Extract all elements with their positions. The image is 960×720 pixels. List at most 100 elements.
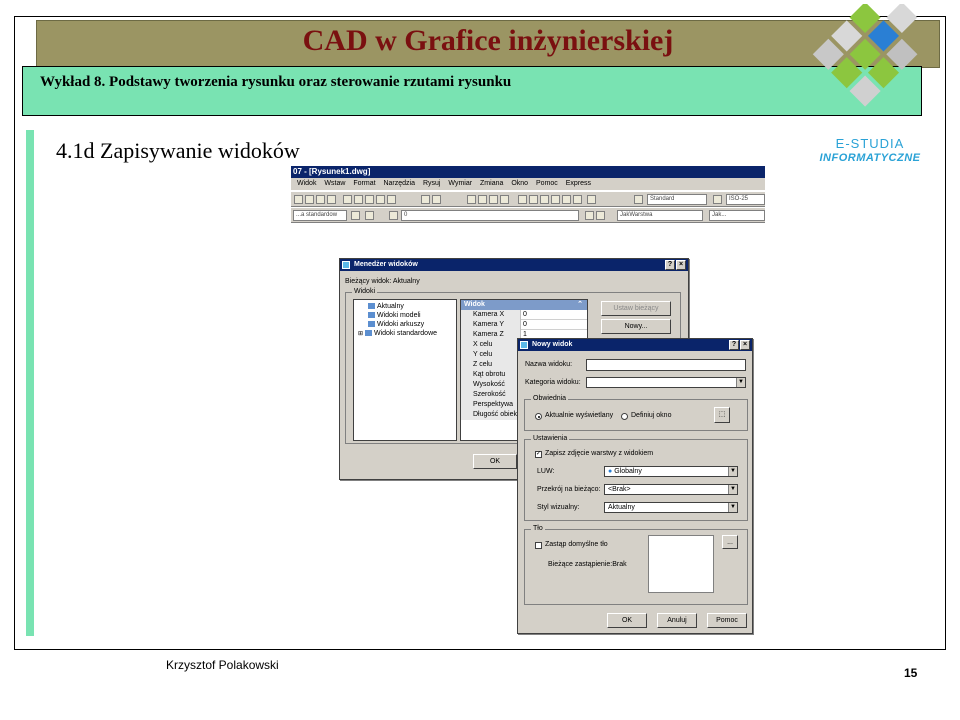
cut-icon[interactable] <box>343 195 352 204</box>
e-studia-logo-icon <box>812 4 918 107</box>
visual-style-dropdown[interactable]: Aktualny ▼ <box>604 502 738 513</box>
text-style-combo[interactable]: Standard <box>647 194 707 205</box>
menu-item[interactable]: Okno <box>511 180 528 187</box>
workspace-save-icon[interactable] <box>365 211 374 220</box>
view-name-input[interactable] <box>586 359 746 371</box>
tree-item-layout-views[interactable]: Widoki arkuszy <box>368 321 424 328</box>
sheet-set-icon[interactable] <box>551 195 560 204</box>
design-center-icon[interactable] <box>529 195 538 204</box>
override-background-checkbox[interactable] <box>535 542 542 549</box>
collapse-chevron-icon[interactable]: ⌃ <box>577 300 583 310</box>
property-key: Kamera Z <box>461 330 521 340</box>
pan-icon[interactable] <box>467 195 476 204</box>
slide-subtitle: Wykład 8. Podstawy tworzenia rysunku ora… <box>40 74 512 90</box>
menu-item[interactable]: Narzędzia <box>383 180 415 187</box>
redo-icon[interactable] <box>432 195 441 204</box>
help-question-button[interactable]: ? <box>729 340 739 350</box>
set-current-button[interactable]: Ustaw bieżący <box>601 301 671 316</box>
section-heading: 4.1d Zapisywanie widoków <box>56 138 300 163</box>
zoom-window-icon[interactable] <box>489 195 498 204</box>
layer-manager-icon[interactable] <box>389 211 398 220</box>
chevron-down-icon[interactable]: ▼ <box>728 485 737 494</box>
help-button[interactable]: Pomoc <box>707 613 747 628</box>
menu-item[interactable]: Rysuj <box>423 180 441 187</box>
tree-item-current[interactable]: Aktualny <box>368 303 404 310</box>
new-file-icon[interactable] <box>294 195 303 204</box>
layer-previous-icon[interactable] <box>596 211 605 220</box>
cancel-button[interactable]: Anuluj <box>657 613 697 628</box>
browse-background-button[interactable]: ... <box>722 535 738 549</box>
layer-combo[interactable]: 0 <box>401 210 579 221</box>
linetype-combo[interactable]: Jak... <box>709 210 765 221</box>
undo-icon[interactable] <box>421 195 430 204</box>
current-display-radio[interactable] <box>535 413 542 420</box>
logo-line2: INFORMATYCZNE <box>819 152 921 164</box>
ok-button[interactable]: OK <box>607 613 647 628</box>
help-question-button[interactable]: ? <box>665 260 675 270</box>
new-view-title-text: Nowy widok <box>532 341 573 348</box>
brush-icon[interactable] <box>387 195 396 204</box>
define-window-radio[interactable] <box>621 413 628 420</box>
pick-window-icon: ⬚ <box>718 411 726 418</box>
properties-icon[interactable] <box>518 195 527 204</box>
define-window-label: Definiuj okno <box>631 412 672 419</box>
autocad-screenshot: 07 - [Rysunek1.dwg] Widok Wstaw Format N… <box>291 166 765 636</box>
menu-item[interactable]: Express <box>566 180 591 187</box>
expand-plus-icon[interactable]: ⊞ <box>358 331 363 337</box>
tree-item-model-views[interactable]: Widoki modeli <box>368 312 421 319</box>
make-layer-current-icon[interactable] <box>585 211 594 220</box>
pick-window-button[interactable]: ⬚ <box>714 407 730 423</box>
markup-icon[interactable] <box>562 195 571 204</box>
views-tree[interactable]: Aktualny Widoki modeli Widoki arkuszy ⊞ … <box>353 299 457 441</box>
save-icon[interactable] <box>316 195 325 204</box>
quick-calc-icon[interactable] <box>573 195 582 204</box>
menu-item[interactable]: Format <box>353 180 375 187</box>
new-view-button[interactable]: Nowy... <box>601 319 671 334</box>
view-name-label: Nazwa widoku: <box>525 361 573 368</box>
ok-button[interactable]: OK <box>473 454 517 469</box>
property-row: Kamera X0 <box>461 310 587 320</box>
acad-toolbar-standard: Standard ISO-25 <box>291 191 765 207</box>
property-key: Perspektywa <box>461 400 521 410</box>
chevron-down-icon[interactable]: ▼ <box>728 503 737 512</box>
current-override-label: Bieżące zastąpienie:Brak <box>548 561 627 568</box>
menu-item[interactable]: Wstaw <box>324 180 345 187</box>
color-combo[interactable]: JakWarstwa <box>617 210 703 221</box>
save-layers-checkbox[interactable]: ✓ <box>535 451 542 458</box>
workspace-combo[interactable]: ...a standardow <box>293 210 347 221</box>
property-key: Długość obiek <box>461 410 521 420</box>
chevron-down-icon[interactable]: ▼ <box>728 467 737 476</box>
tool-palettes-icon[interactable] <box>540 195 549 204</box>
logo-line1: E-STUDIA <box>835 136 905 151</box>
close-icon[interactable]: × <box>740 340 750 350</box>
view-icon <box>368 312 375 319</box>
menu-item[interactable]: Wymiar <box>448 180 472 187</box>
tree-item-standard-views[interactable]: ⊞ Widoki standardowe <box>358 330 437 337</box>
open-file-icon[interactable] <box>305 195 314 204</box>
chevron-down-icon[interactable]: ▼ <box>736 378 745 387</box>
properties-header-label: Widok <box>464 301 485 308</box>
copy-icon[interactable] <box>354 195 363 204</box>
live-section-value: <Brak> <box>608 486 631 493</box>
zoom-realtime-icon[interactable] <box>478 195 487 204</box>
menu-item[interactable]: Pomoc <box>536 180 558 187</box>
ucs-dropdown[interactable]: ● Globalny ▼ <box>604 466 738 477</box>
zoom-previous-icon[interactable] <box>500 195 509 204</box>
paste-icon[interactable] <box>365 195 374 204</box>
property-key: Y celu <box>461 350 521 360</box>
menu-item[interactable]: Widok <box>297 180 316 187</box>
help-icon[interactable] <box>587 195 596 204</box>
print-icon[interactable] <box>327 195 336 204</box>
property-row: Kamera Y0 <box>461 320 587 330</box>
background-group-label: Tło <box>531 525 545 532</box>
close-icon[interactable]: × <box>676 260 686 270</box>
workspace-settings-icon[interactable] <box>351 211 360 220</box>
dim-style-combo[interactable]: ISO-25 <box>726 194 765 205</box>
property-key: Kamera X <box>461 310 521 320</box>
property-key: Szerokość <box>461 390 521 400</box>
visual-style-value: Aktualny <box>608 504 635 511</box>
live-section-dropdown[interactable]: <Brak> ▼ <box>604 484 738 495</box>
menu-item[interactable]: Zmiana <box>480 180 503 187</box>
match-properties-icon[interactable] <box>376 195 385 204</box>
view-category-dropdown[interactable]: ▼ <box>586 377 746 388</box>
